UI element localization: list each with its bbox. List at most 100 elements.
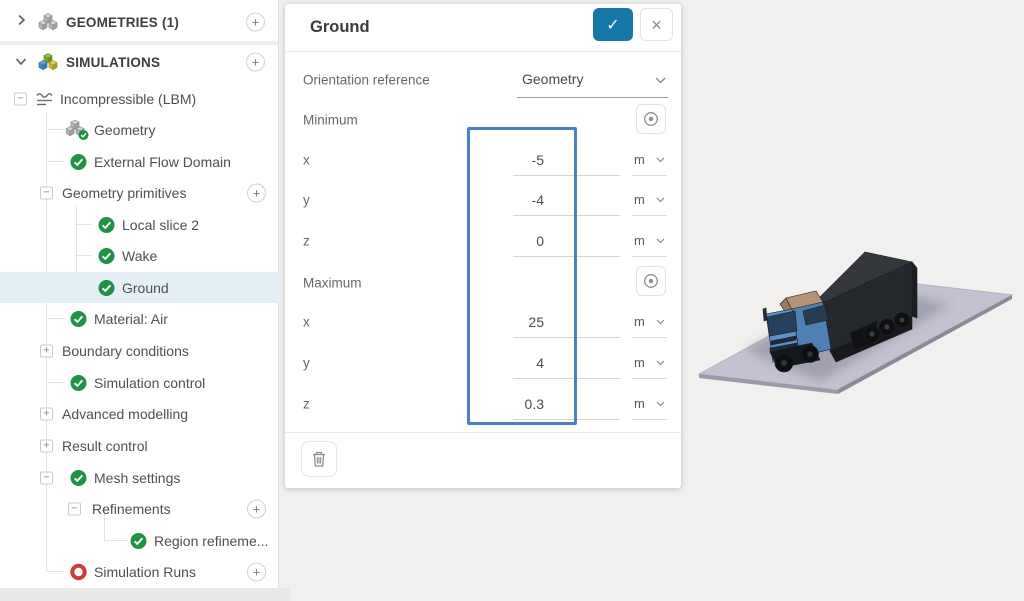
collapse-toggle[interactable]: −	[14, 92, 27, 105]
tree-item-label: Geometry	[94, 121, 156, 138]
chevron-down-icon	[655, 77, 666, 84]
simulation-runs-status-icon	[70, 563, 87, 580]
tree-item-label: Wake	[122, 247, 158, 264]
target-icon	[644, 274, 658, 288]
orientation-reference-select[interactable]: Geometry	[517, 62, 668, 98]
tree-item-label: Simulation control	[94, 374, 206, 391]
chevron-down-icon	[656, 157, 665, 162]
unit-label: m	[634, 355, 645, 370]
tree-item-label: Region refineme...	[154, 532, 269, 549]
tree-item-external-flow-domain[interactable]: External Flow Domain	[0, 146, 279, 177]
min-y-input[interactable]	[513, 184, 620, 216]
min-y-unit-select[interactable]: m	[632, 184, 667, 216]
tree-item-wake[interactable]: Wake	[0, 240, 279, 271]
check-icon	[70, 469, 87, 486]
check-icon	[98, 247, 115, 264]
min-z-unit-select[interactable]: m	[632, 225, 667, 257]
axis-label-y: y	[303, 192, 310, 208]
tree-item-boundary-conditions[interactable]: + Boundary conditions	[0, 335, 279, 366]
tree-item-label: Ground	[122, 279, 169, 296]
tree-item-geometry[interactable]: Geometry	[0, 114, 279, 145]
collapse-toggle[interactable]: −	[68, 502, 81, 515]
tree-item-incompressible-lbm[interactable]: − Incompressible (LBM)	[0, 83, 279, 114]
axis-label-z: z	[303, 233, 310, 249]
footer-separator	[285, 432, 681, 433]
chevron-down-icon	[656, 360, 665, 365]
axis-label-z: z	[303, 396, 310, 412]
tree-item-label: Simulation Runs	[94, 563, 196, 580]
axis-label-y: y	[303, 355, 310, 371]
collapse-toggle[interactable]: −	[40, 186, 53, 199]
expand-toggle[interactable]: +	[40, 344, 53, 357]
check-icon	[70, 310, 87, 327]
max-z-unit-select[interactable]: m	[632, 388, 667, 420]
section-simulations[interactable]: SIMULATIONS +	[0, 46, 278, 78]
tree-item-label: Geometry primitives	[62, 184, 187, 201]
tree-item-geometry-primitives[interactable]: − Geometry primitives +	[0, 177, 279, 208]
tree-item-label: Incompressible (LBM)	[60, 90, 197, 107]
expand-toggle[interactable]: +	[40, 407, 53, 420]
max-z-input[interactable]	[513, 388, 620, 420]
unit-label: m	[634, 192, 645, 207]
chevron-down-icon[interactable]	[15, 53, 27, 71]
add-primitive-button[interactable]: +	[247, 183, 266, 202]
tree-item-ground[interactable]: Ground	[0, 272, 279, 303]
unit-label: m	[634, 152, 645, 167]
tree-item-simulation-control[interactable]: Simulation control	[0, 367, 279, 398]
min-x-input[interactable]	[513, 144, 620, 176]
chevron-right-icon[interactable]	[16, 13, 26, 31]
section-geometries[interactable]: GEOMETRIES (1) +	[0, 5, 278, 39]
add-geometry-button[interactable]: +	[246, 12, 265, 32]
section-label: SIMULATIONS	[66, 54, 161, 70]
tree-item-local-slice-2[interactable]: Local slice 2	[0, 209, 279, 240]
chevron-down-icon	[656, 401, 665, 406]
add-simulation-button[interactable]: +	[246, 52, 265, 72]
lbm-simulation-icon	[36, 92, 55, 106]
min-z-input[interactable]	[513, 225, 620, 257]
tree-item-label: Refinements	[92, 500, 171, 517]
tree-item-region-refinement[interactable]: Region refineme...	[0, 525, 279, 556]
min-x-unit-select[interactable]: m	[632, 144, 667, 176]
unit-label: m	[634, 396, 645, 411]
add-refinement-button[interactable]: +	[247, 499, 266, 518]
chevron-down-icon	[656, 319, 665, 324]
expand-toggle[interactable]: +	[40, 439, 53, 452]
max-x-input[interactable]	[513, 306, 620, 338]
collapse-toggle[interactable]: −	[40, 471, 53, 484]
chevron-down-icon	[656, 197, 665, 202]
orientation-label: Orientation reference	[303, 72, 430, 88]
app-window: GEOMETRIES (1) + SIMULATIONS + − Incompr…	[0, 0, 1024, 601]
sidebar-scrollbar[interactable]	[0, 588, 290, 601]
panel-title: Ground	[310, 18, 370, 36]
tree-item-mesh-settings[interactable]: − Mesh settings	[0, 462, 279, 493]
minimum-label: Minimum	[303, 112, 358, 128]
pick-point-button[interactable]	[636, 266, 666, 296]
tree-item-result-control[interactable]: + Result control	[0, 430, 279, 461]
unit-label: m	[634, 233, 645, 248]
target-icon	[644, 112, 658, 126]
check-icon	[98, 216, 115, 233]
tree-item-label: External Flow Domain	[94, 153, 231, 170]
tree-item-label: Local slice 2	[122, 216, 200, 233]
maximum-label: Maximum	[303, 275, 362, 291]
tree-item-refinements[interactable]: − Refinements +	[0, 493, 279, 524]
orientation-value: Geometry	[522, 71, 584, 87]
simulations-cubes-icon	[38, 53, 59, 72]
panel-header: Ground ✓ ×	[285, 4, 681, 52]
tree-item-material-air[interactable]: Material: Air	[0, 303, 279, 334]
max-y-input[interactable]	[513, 347, 620, 379]
close-button[interactable]: ×	[640, 8, 673, 41]
add-run-button[interactable]: +	[247, 562, 266, 581]
tree-item-advanced-modelling[interactable]: + Advanced modelling	[0, 398, 279, 429]
section-label: GEOMETRIES (1)	[66, 14, 180, 30]
check-icon	[130, 532, 147, 549]
chevron-down-icon	[656, 238, 665, 243]
confirm-button[interactable]: ✓	[593, 8, 633, 41]
delete-button[interactable]	[301, 441, 337, 477]
tree-item-simulation-runs[interactable]: Simulation Runs +	[0, 556, 279, 587]
pick-point-button[interactable]	[636, 104, 666, 134]
max-y-unit-select[interactable]: m	[632, 347, 667, 379]
max-x-unit-select[interactable]: m	[632, 306, 667, 338]
trash-icon	[313, 451, 325, 467]
geometries-cubes-icon	[38, 13, 59, 32]
